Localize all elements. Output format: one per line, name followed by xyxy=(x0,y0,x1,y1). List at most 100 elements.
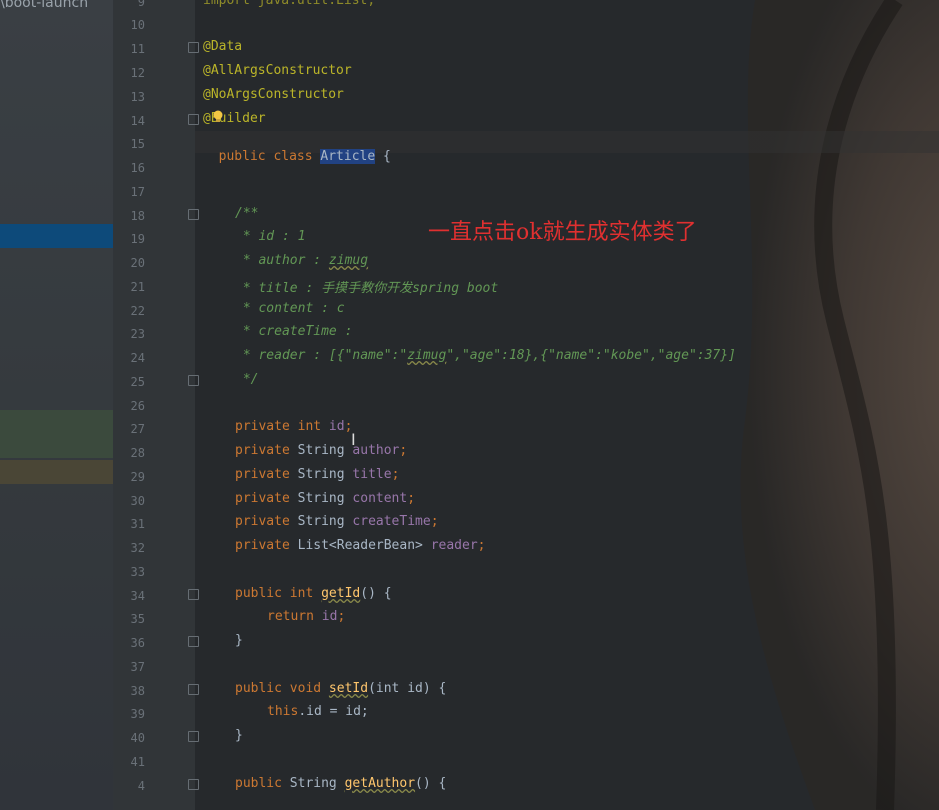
line-number: 35 xyxy=(130,612,145,626)
line-number: 38 xyxy=(130,684,145,698)
field-name: reader xyxy=(430,538,478,553)
line-number: 16 xyxy=(130,161,145,175)
keyword: public void xyxy=(235,681,322,696)
type-name: String xyxy=(297,443,345,458)
code-line-35[interactable]: return id; xyxy=(267,609,345,624)
code-text: { xyxy=(375,149,391,164)
field-name: createTime xyxy=(352,514,431,529)
code-line-21[interactable]: * title : 手摸手教你开发spring boot xyxy=(235,277,498,296)
code-line-11[interactable]: @Data xyxy=(203,39,242,54)
type-name: List<ReaderBean> xyxy=(297,538,423,553)
comment-text: * author : xyxy=(235,253,329,268)
typo-word: zimug xyxy=(407,348,447,363)
keyword: public class xyxy=(218,149,313,164)
type-name: String xyxy=(297,467,345,482)
keyword: private xyxy=(235,467,290,482)
project-path-text: \boot-launch xyxy=(0,0,89,11)
code-line-19[interactable]: * id : 1 xyxy=(235,229,306,244)
line-number: 26 xyxy=(130,399,145,413)
line-number: 18 xyxy=(130,209,145,223)
keyword: private int xyxy=(235,419,322,434)
code-line-30[interactable]: private String content; xyxy=(235,491,415,506)
line-number: 17 xyxy=(130,185,145,199)
fold-marker[interactable] xyxy=(188,114,199,125)
type-name: String xyxy=(297,491,345,506)
keyword: private xyxy=(235,514,290,529)
code-line-31[interactable]: private String createTime; xyxy=(235,514,439,529)
fold-marker[interactable] xyxy=(188,209,199,220)
code-text: (int id) { xyxy=(368,681,447,696)
code-line-42[interactable]: public String getAuthor() { xyxy=(235,776,446,791)
selected-tree-item[interactable] xyxy=(0,224,113,248)
fold-marker[interactable] xyxy=(188,636,199,647)
code-line-12[interactable]: @AllArgsConstructor xyxy=(203,63,352,78)
code-line-15[interactable]: public class Article { xyxy=(203,134,391,164)
background-photo xyxy=(740,0,939,810)
line-number: 24 xyxy=(130,351,145,365)
keyword: return xyxy=(267,609,314,624)
code-line-32[interactable]: private List<ReaderBean> reader; xyxy=(235,538,485,553)
fold-marker[interactable] xyxy=(188,589,199,600)
line-number: 11 xyxy=(130,42,145,56)
tree-item-tan[interactable] xyxy=(0,460,113,484)
code-line-39[interactable]: this.id = id; xyxy=(267,704,369,719)
code-line-25[interactable]: */ xyxy=(235,372,259,387)
type-name: String xyxy=(297,514,345,529)
line-number: 37 xyxy=(130,660,145,674)
project-panel: \boot-launch xyxy=(0,0,114,810)
code-line-38[interactable]: public void setId(int id) { xyxy=(235,681,446,696)
fold-marker[interactable] xyxy=(188,731,199,742)
code-line-36[interactable]: } xyxy=(235,633,243,648)
code-line-28[interactable]: private String author; xyxy=(235,443,407,458)
code-line-9[interactable]: import java.util.List; xyxy=(203,0,375,8)
line-number: 31 xyxy=(130,517,145,531)
line-number: 13 xyxy=(130,90,145,104)
line-number: 39 xyxy=(130,707,145,721)
line-number: 12 xyxy=(130,66,145,80)
line-number: 20 xyxy=(130,256,145,270)
line-number: 41 xyxy=(130,755,145,769)
code-text: () { xyxy=(415,776,447,791)
code-line-40[interactable]: } xyxy=(235,728,243,743)
line-number: 14 xyxy=(130,114,145,128)
line-number: 33 xyxy=(130,565,145,579)
line-number: 27 xyxy=(130,422,145,436)
keyword: private xyxy=(235,443,290,458)
code-line-29[interactable]: private String title; xyxy=(235,467,399,482)
line-number: 40 xyxy=(130,731,145,745)
code-line-13[interactable]: @NoArgsConstructor xyxy=(203,87,344,102)
line-number: 9 xyxy=(137,0,145,9)
keyword: public int xyxy=(235,586,314,601)
fold-marker[interactable] xyxy=(188,375,199,386)
line-number: 10 xyxy=(130,18,145,32)
tutorial-caption: 一直点击ok就生成实体类了 xyxy=(428,220,697,245)
line-number: 36 xyxy=(130,636,145,650)
fold-marker[interactable] xyxy=(188,684,199,695)
field-name: id xyxy=(328,419,345,434)
type-name: String xyxy=(289,776,337,791)
code-line-20[interactable]: * author : zimug xyxy=(235,253,368,268)
field-name: author xyxy=(352,443,400,458)
code-line-34[interactable]: public int getId() { xyxy=(235,586,392,601)
code-line-27[interactable]: private int id; xyxy=(235,419,352,434)
comment-text: ","age":18},{"name":"kobe","age":37}] xyxy=(446,348,736,363)
code-line-23[interactable]: * createTime : xyxy=(235,324,353,339)
field-name: id xyxy=(321,609,338,624)
keyword: private xyxy=(235,491,290,506)
fold-marker[interactable] xyxy=(188,779,199,790)
line-number: 4 xyxy=(137,779,145,793)
line-number: 23 xyxy=(130,327,145,341)
code-line-22[interactable]: * content : c xyxy=(235,301,345,316)
line-number: 29 xyxy=(130,470,145,484)
fold-marker[interactable] xyxy=(188,42,199,53)
method-name: setId xyxy=(328,681,369,696)
code-line-18[interactable]: /** xyxy=(235,206,258,221)
mouse-ibeam-cursor: I xyxy=(351,430,356,449)
method-name: getAuthor xyxy=(344,776,416,791)
tree-item-green[interactable] xyxy=(0,410,113,458)
line-number: 15 xyxy=(130,137,145,151)
code-line-24[interactable]: * reader : [{"name":"zimug","age":18},{"… xyxy=(235,348,736,363)
line-number: 34 xyxy=(130,589,145,603)
lightbulb-icon[interactable] xyxy=(212,110,224,124)
code-text: () { xyxy=(360,586,392,601)
